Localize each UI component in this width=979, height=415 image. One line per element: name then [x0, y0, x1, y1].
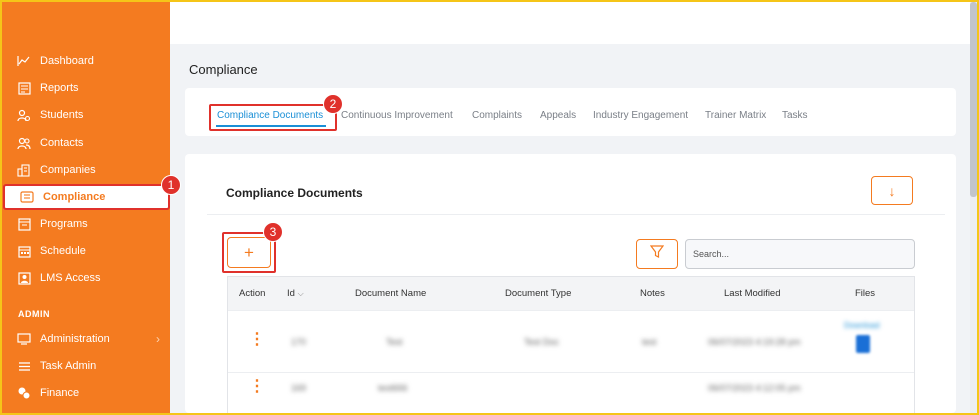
- chevron-right-icon: ›: [156, 332, 160, 346]
- row-actions-icon[interactable]: ⋮: [249, 379, 265, 395]
- sort-chevron-icon: ⌵: [297, 289, 304, 298]
- sidebar-item-reports[interactable]: Reports: [2, 75, 170, 101]
- column-header-last-modified: Last Modified: [724, 288, 781, 299]
- cell-id: 170: [291, 337, 307, 347]
- sidebar-item-schedule[interactable]: Schedule: [2, 238, 170, 264]
- programs-icon: [16, 216, 32, 232]
- active-tab-underline: [216, 125, 326, 127]
- download-icon: ↓: [888, 182, 896, 199]
- column-header-action: Action: [239, 288, 266, 299]
- page-title: Compliance: [189, 62, 258, 77]
- sidebar-item-contacts[interactable]: Contacts: [2, 130, 170, 156]
- column-header-document-type: Document Type: [505, 288, 572, 299]
- sidebar-item-programs[interactable]: Programs: [2, 211, 170, 237]
- sidebar-item-label: Task Admin: [40, 360, 97, 372]
- page-scrollbar[interactable]: [970, 2, 977, 413]
- search-input[interactable]: [685, 239, 915, 269]
- annotation-badge: 3: [263, 222, 283, 242]
- filter-icon: [649, 244, 665, 264]
- annotation-badge: 2: [323, 94, 343, 114]
- tabs-bar: Compliance Documents Continuous Improvem…: [185, 88, 956, 136]
- file-download-link[interactable]: Download: [844, 321, 880, 330]
- sidebar-item-label: Finance: [40, 387, 80, 399]
- building-icon: [16, 162, 32, 178]
- app-window: Dashboard Reports Students Contacts Comp…: [2, 2, 977, 413]
- tab-complaints[interactable]: Complaints: [472, 110, 522, 121]
- cell-document-name: test666: [378, 383, 408, 393]
- sidebar-item-task-admin[interactable]: Task Admin: [2, 353, 170, 379]
- table-row: ⋮ 170 Test Test Doc test 06/07/2023 4:19…: [228, 310, 914, 372]
- section-label-admin: ADMIN: [18, 309, 50, 319]
- sidebar-item-administration[interactable]: Administration ›: [2, 326, 170, 352]
- scrollbar-thumb[interactable]: [970, 2, 977, 197]
- cell-id: 169: [291, 383, 307, 393]
- compliance-icon: [19, 189, 35, 205]
- sidebar-item-label: Compliance: [43, 191, 106, 203]
- card-title: Compliance Documents: [226, 186, 363, 200]
- table-row: ⋮ 169 test666 06/07/2023 4:12:05 pm: [228, 372, 914, 413]
- chart-line-icon: [16, 53, 32, 69]
- column-header-id[interactable]: Id ⌵: [287, 288, 304, 299]
- lms-icon: [16, 270, 32, 286]
- column-header-notes: Notes: [640, 288, 665, 299]
- students-icon: [16, 107, 32, 123]
- divider: [207, 214, 945, 215]
- sidebar-item-label: Reports: [40, 82, 79, 94]
- contacts-icon: [16, 135, 32, 151]
- cell-document-type: Test Doc: [524, 337, 560, 347]
- sidebar-item-label: LMS Access: [40, 272, 101, 284]
- sidebar-item-companies[interactable]: Companies: [2, 157, 170, 183]
- sidebar-item-lms-access[interactable]: LMS Access: [2, 265, 170, 291]
- cell-notes: test: [642, 337, 657, 347]
- cell-document-name: Test: [386, 337, 403, 347]
- finance-icon: [16, 385, 32, 401]
- sidebar-item-compliance[interactable]: Compliance: [3, 184, 170, 210]
- sidebar-item-dashboard[interactable]: Dashboard: [2, 48, 170, 74]
- add-document-button[interactable]: +: [227, 237, 271, 268]
- tab-compliance-documents[interactable]: Compliance Documents: [217, 110, 323, 121]
- column-header-document-name: Document Name: [355, 288, 427, 299]
- top-bar: [170, 2, 977, 44]
- tab-trainer-matrix[interactable]: Trainer Matrix: [705, 110, 766, 121]
- download-button[interactable]: ↓: [871, 176, 913, 205]
- documents-card: Compliance Documents ↓ + Action Id ⌵ Doc…: [185, 154, 956, 413]
- sidebar: Dashboard Reports Students Contacts Comp…: [2, 2, 170, 413]
- sidebar-item-label: Administration: [40, 333, 110, 345]
- tab-appeals[interactable]: Appeals: [540, 110, 576, 121]
- sidebar-item-label: Students: [40, 109, 84, 121]
- sidebar-item-label: Dashboard: [40, 55, 94, 67]
- file-document-icon[interactable]: [856, 335, 870, 353]
- sidebar-item-students[interactable]: Students: [2, 102, 170, 128]
- sidebar-item-finance[interactable]: Finance: [2, 380, 170, 406]
- list-icon: [16, 358, 32, 374]
- tab-continuous-improvement[interactable]: Continuous Improvement: [341, 110, 453, 121]
- annotation-badge: 1: [161, 175, 181, 195]
- documents-table: Action Id ⌵ Document Name Document Type …: [227, 276, 915, 413]
- sidebar-item-label: Schedule: [40, 245, 86, 257]
- cell-last-modified: 06/07/2023 4:19:28 pm: [708, 337, 801, 347]
- report-icon: [16, 80, 32, 96]
- cell-last-modified: 06/07/2023 4:12:05 pm: [708, 383, 801, 393]
- sidebar-item-label: Contacts: [40, 137, 84, 149]
- sidebar-item-label: Programs: [40, 218, 88, 230]
- tab-industry-engagement[interactable]: Industry Engagement: [593, 110, 688, 121]
- table-header: Action Id ⌵ Document Name Document Type …: [228, 277, 914, 310]
- filter-button[interactable]: [636, 239, 678, 269]
- row-actions-icon[interactable]: ⋮: [249, 332, 265, 348]
- column-header-files: Files: [855, 288, 876, 299]
- calendar-icon: [16, 243, 32, 259]
- admin-icon: [16, 331, 32, 347]
- sidebar-item-label: Companies: [40, 164, 96, 176]
- plus-icon: +: [244, 242, 254, 262]
- tab-tasks[interactable]: Tasks: [782, 110, 808, 121]
